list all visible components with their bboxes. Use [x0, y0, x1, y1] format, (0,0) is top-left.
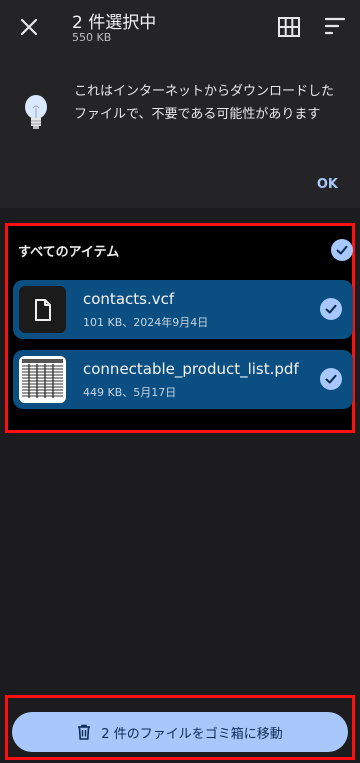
file-row-pdf[interactable]: connectable_product_list.pdf 449 KB、5月17…: [13, 350, 353, 409]
check-icon: [325, 374, 337, 384]
selection-count-title: 2 件選択中: [72, 13, 157, 33]
file-thumbnail: [19, 286, 66, 333]
app-bar: 2 件選択中 550 KB: [0, 0, 360, 58]
grid-view-icon[interactable]: [278, 17, 300, 37]
pdf-preview-image: [19, 356, 66, 403]
file-meta: 101 KB、2024年9月4日: [83, 316, 209, 329]
file-name: connectable_product_list.pdf: [83, 360, 299, 378]
file-row-contacts[interactable]: contacts.vcf 101 KB、2024年9月4日: [13, 280, 353, 339]
lightbulb-icon: [25, 95, 47, 129]
selection-size: 550 KB: [72, 31, 112, 44]
trash-button-label: 2 件のファイルをゴミ箱に移動: [101, 726, 283, 742]
all-items-row[interactable]: すべてのアイテム: [15, 233, 353, 269]
check-icon: [336, 245, 348, 255]
file-name: contacts.vcf: [83, 290, 175, 308]
all-items-label: すべてのアイテム: [18, 245, 120, 260]
select-all-checkbox[interactable]: [331, 239, 353, 261]
check-icon: [325, 304, 337, 314]
bottom-action-bar: 2 件のファイルをゴミ箱に移動: [5, 695, 355, 760]
close-icon[interactable]: [17, 15, 41, 39]
download-warning-banner: これはインターネットからダウンロードしたファイルで、不要である可能性があります …: [0, 58, 360, 208]
sort-icon[interactable]: [325, 17, 345, 35]
file-checkbox[interactable]: [320, 368, 342, 390]
document-icon: [34, 298, 51, 321]
file-meta: 449 KB、5月17日: [83, 386, 177, 399]
trash-icon: [78, 724, 91, 740]
file-checkbox[interactable]: [320, 298, 342, 320]
banner-message: これはインターネットからダウンロードしたファイルで、不要である可能性があります: [74, 84, 335, 122]
selection-list: すべてのアイテム contacts.vcf 101 KB、2024年9月4日 c…: [5, 223, 355, 433]
move-to-trash-button[interactable]: 2 件のファイルをゴミ箱に移動: [12, 712, 348, 752]
ok-button[interactable]: OK: [317, 177, 338, 192]
pdf-thumbnail: [19, 356, 66, 403]
